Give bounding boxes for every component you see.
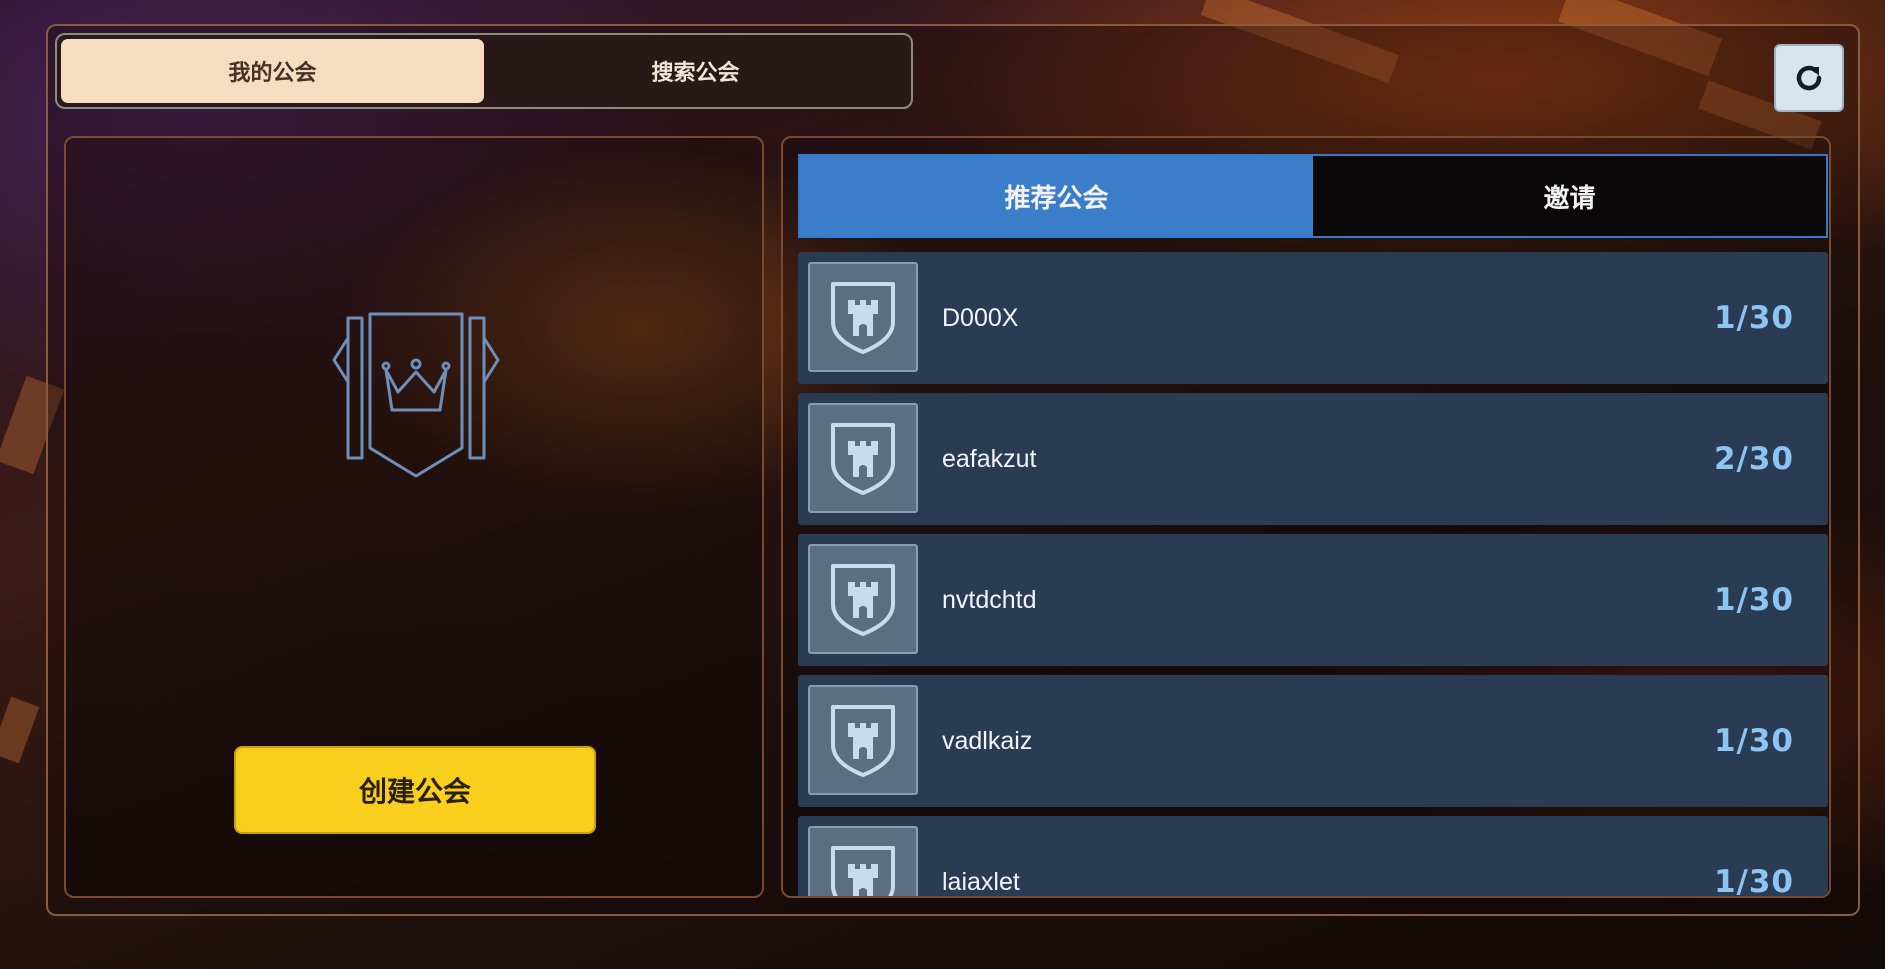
guild-row[interactable]: vadlkaiz 1/30	[798, 675, 1828, 807]
guild-member-count: 1/30	[1713, 300, 1794, 336]
guild-list[interactable]: D000X 1/30 eafakzut 2/30 nvtdchtd 1/30 v…	[798, 252, 1828, 898]
guild-name: vadlkaiz	[942, 726, 1033, 755]
guild-row[interactable]: laiaxlet 1/30	[798, 816, 1828, 898]
guild-name: nvtdchtd	[942, 585, 1037, 614]
guild-row[interactable]: nvtdchtd 1/30	[798, 534, 1828, 666]
tab-invitations[interactable]: 邀请	[1313, 156, 1826, 236]
guild-list-tab-bar: 推荐公会 邀请	[798, 154, 1828, 238]
refresh-button[interactable]	[1774, 44, 1844, 112]
guild-name: laiaxlet	[942, 867, 1020, 896]
guild-list-panel: 推荐公会 邀请 D000X 1/30 eafakzut 2/30 nvtdcht…	[781, 136, 1831, 898]
castle-shield-icon	[808, 403, 918, 513]
background-shard	[0, 696, 40, 764]
guild-crown-banner-icon	[332, 312, 500, 478]
refresh-icon	[1796, 65, 1822, 91]
guild-member-count: 2/30	[1713, 441, 1794, 477]
guild-name: D000X	[942, 303, 1019, 332]
guild-member-count: 1/30	[1713, 723, 1794, 759]
castle-shield-icon	[808, 826, 918, 896]
guild-member-count: 1/30	[1713, 582, 1794, 618]
guild-name: eafakzut	[942, 444, 1037, 473]
top-tab-bar: 我的公会 搜索公会	[55, 33, 913, 109]
tab-recommended-guilds[interactable]: 推荐公会	[800, 156, 1313, 236]
my-guild-panel: 创建公会	[64, 136, 764, 898]
castle-shield-icon	[808, 685, 918, 795]
tab-search-guild[interactable]: 搜索公会	[484, 39, 907, 103]
create-guild-button[interactable]: 创建公会	[234, 746, 596, 834]
castle-shield-icon	[808, 262, 918, 372]
guild-member-count: 1/30	[1713, 864, 1794, 898]
guild-row[interactable]: eafakzut 2/30	[798, 393, 1828, 525]
guild-row[interactable]: D000X 1/30	[798, 252, 1828, 384]
castle-shield-icon	[808, 544, 918, 654]
tab-my-guild[interactable]: 我的公会	[61, 39, 484, 103]
